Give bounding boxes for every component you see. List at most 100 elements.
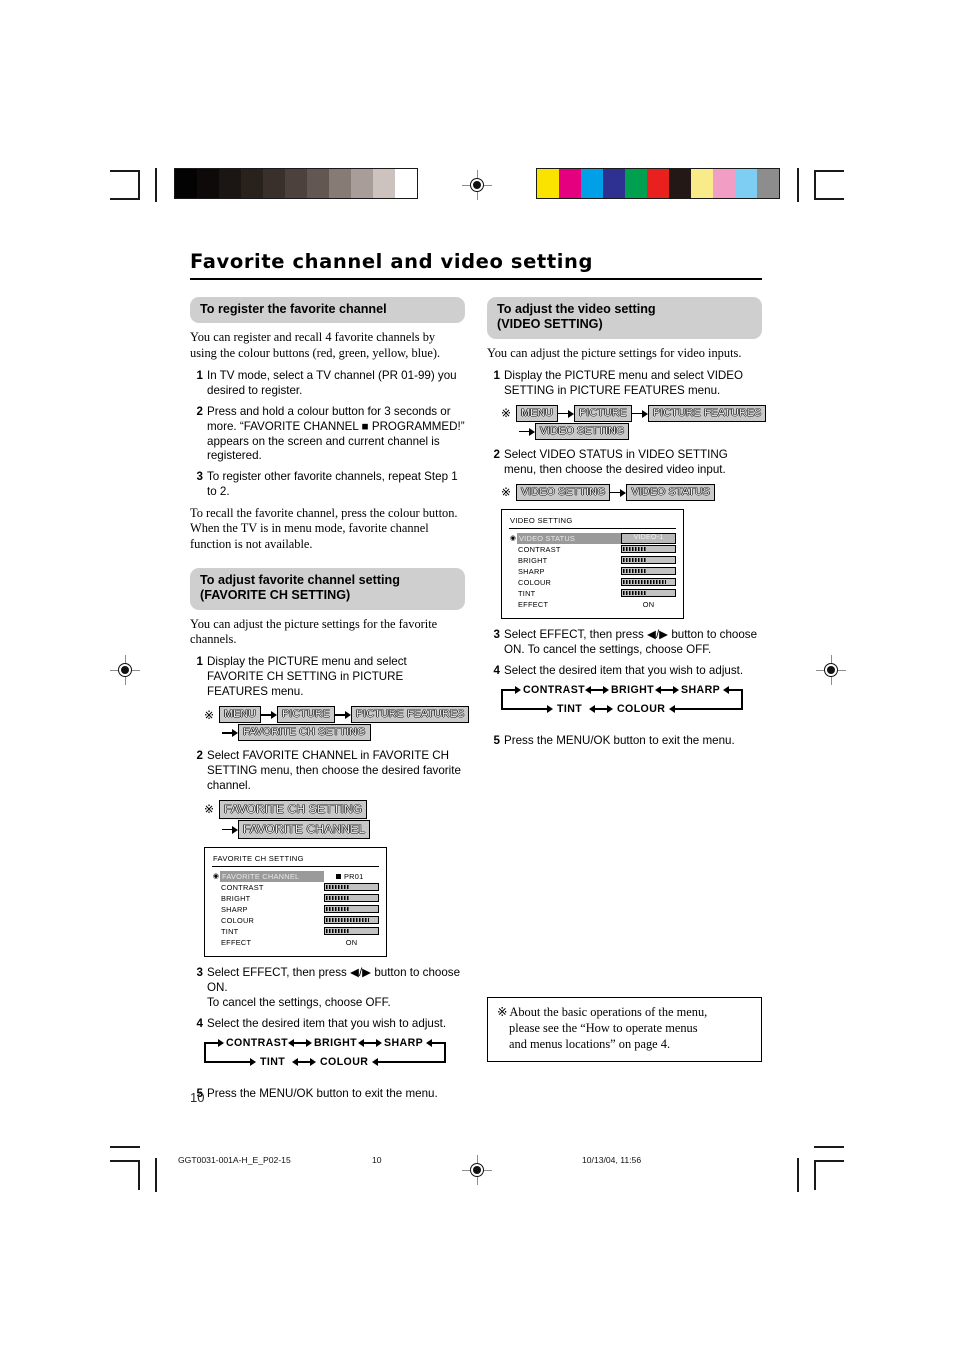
asterisk-icon: ※ bbox=[501, 406, 512, 421]
note-box-basic-operations: ※ About the basic operations of the menu,… bbox=[487, 997, 762, 1062]
right-column: To adjust the video setting (VIDEO SETTI… bbox=[487, 297, 767, 1062]
osd-divider bbox=[212, 865, 379, 867]
osd-title: FAVORITE CH SETTING bbox=[213, 853, 304, 863]
heading-line-1: To adjust favorite channel setting bbox=[200, 573, 400, 588]
step-item: 3 Select EFFECT, then press ◀/▶ button t… bbox=[487, 628, 762, 658]
page-number: 10 bbox=[190, 1090, 205, 1105]
asterisk-icon: ※ bbox=[204, 707, 215, 722]
section-heading-register-favorite: To register the favorite channel bbox=[190, 297, 465, 324]
registration-mark-top bbox=[462, 170, 492, 200]
step-text: Press and hold a colour button for 3 sec… bbox=[207, 404, 465, 463]
osd-item-value: ON bbox=[642, 599, 655, 609]
crop-mark-top-right-bar bbox=[797, 168, 799, 202]
osd-row: EFFECT ON bbox=[205, 937, 386, 948]
footer-page-number: 10 bbox=[372, 1155, 382, 1165]
note-line-2: please see the “How to operate menus bbox=[509, 1021, 698, 1036]
osd-item-label: BRIGHT bbox=[518, 555, 548, 565]
osd-item-label: TINT bbox=[518, 588, 536, 598]
step-text: To register other favorite channels, rep… bbox=[207, 470, 458, 499]
osd-item-value: PR01 bbox=[324, 872, 379, 881]
color-swatch bbox=[669, 169, 691, 198]
osd-cursor-icon: ◉ bbox=[212, 873, 220, 881]
color-swatch bbox=[559, 169, 581, 198]
grayscale-swatch bbox=[175, 169, 197, 198]
osd-gauge-sharp bbox=[621, 567, 676, 576]
flow-box-menu: MENU bbox=[516, 404, 559, 422]
register-favorite-intro: You can register and recall 4 favorite c… bbox=[190, 330, 441, 360]
step-item: 4 Select the desired item that you wish … bbox=[190, 1017, 465, 1032]
color-swatch bbox=[735, 169, 757, 198]
osd-screen-favorite-ch-setting: FAVORITE CH SETTING ◉ FAVORITE CHANNEL P… bbox=[204, 846, 387, 957]
osd-gauge-colour bbox=[621, 578, 676, 587]
step-number: 2 bbox=[493, 447, 500, 461]
color-swatch bbox=[581, 169, 603, 198]
grayscale-calibration-bar bbox=[174, 168, 418, 199]
color-swatch bbox=[647, 169, 669, 198]
step-text: Display the PICTURE menu and select VIDE… bbox=[504, 369, 744, 397]
osd-gauge-sharp bbox=[324, 905, 379, 914]
arrow-right-icon bbox=[222, 728, 238, 738]
cycle-label-contrast: CONTRAST bbox=[226, 1037, 289, 1050]
grayscale-swatch bbox=[241, 169, 263, 198]
flow-box-picture: PICTURE bbox=[574, 404, 632, 422]
video-setting-intro: You can adjust the picture settings for … bbox=[487, 345, 742, 360]
color-calibration-bar bbox=[536, 168, 780, 199]
step-text: Press the MENU/OK button to exit the men… bbox=[207, 1087, 438, 1101]
print-footer: GGT0031-001A-H_E_P02-15 10 10/13/04, 11:… bbox=[0, 1146, 954, 1186]
flow-diagram-video-status-path: ※ VIDEO SETTING VIDEO STATUS bbox=[501, 483, 762, 501]
page-content: Favorite channel and video setting To re… bbox=[190, 250, 767, 1108]
osd-item-value: ON bbox=[345, 937, 358, 947]
osd-row: SHARP bbox=[205, 904, 386, 915]
grayscale-swatch bbox=[263, 169, 285, 198]
step-text: Select the desired item that you wish to… bbox=[504, 663, 744, 677]
note-line-1: About the basic operations of the menu, bbox=[509, 1005, 708, 1020]
step-text: Select EFFECT, then press ◀/▶ button to … bbox=[504, 627, 758, 656]
step-item: 1 Display the PICTURE menu and select FA… bbox=[190, 655, 465, 700]
step-text: Select VIDEO STATUS in VIDEO SETTING men… bbox=[504, 447, 728, 476]
step-number: 3 bbox=[493, 627, 500, 641]
grayscale-swatch bbox=[373, 169, 395, 198]
osd-row: ◉ FAVORITE CHANNEL PR01 bbox=[205, 870, 386, 882]
grayscale-swatch bbox=[197, 169, 219, 198]
step-number: 2 bbox=[196, 404, 203, 418]
grayscale-swatch bbox=[219, 169, 241, 198]
crop-mark-top-left-bar bbox=[155, 168, 157, 202]
osd-value-text: PR01 bbox=[344, 871, 364, 881]
flow-diagram-video-setting-path: ※ MENU PICTURE PICTURE FEATURES VIDEO SE… bbox=[501, 404, 767, 440]
step-text: Select FAVORITE CHANNEL in FAVORITE CH S… bbox=[207, 749, 461, 792]
color-swatch bbox=[625, 169, 647, 198]
crop-mark-top-right-h bbox=[814, 170, 844, 172]
osd-gauge-bright bbox=[324, 894, 379, 903]
note-line-3: and menus locations” on page 4. bbox=[509, 1036, 671, 1051]
arrow-right-icon bbox=[519, 427, 535, 436]
osd-item-label: CONTRAST bbox=[518, 544, 561, 554]
color-swatch bbox=[691, 169, 713, 198]
color-swatch bbox=[713, 169, 735, 198]
grayscale-swatch bbox=[329, 169, 351, 198]
flow-box-picture-features: PICTURE FEATURES bbox=[350, 706, 470, 724]
flow-box-menu: MENU bbox=[219, 706, 262, 724]
osd-row: TINT bbox=[502, 588, 683, 599]
step-text: In TV mode, select a TV channel (PR 01-9… bbox=[207, 368, 457, 397]
section-heading-video-setting: To adjust the video setting (VIDEO SETTI… bbox=[487, 297, 762, 339]
crop-mark-top-right-v bbox=[814, 170, 816, 200]
osd-row: EFFECT ON bbox=[502, 599, 683, 610]
osd-row: CONTRAST bbox=[502, 544, 683, 555]
step-number: 4 bbox=[196, 1016, 203, 1030]
osd-item-label: TINT bbox=[221, 926, 239, 936]
flow-box-video-setting: VIDEO SETTING bbox=[535, 422, 630, 440]
osd-item-label: CONTRAST bbox=[221, 882, 264, 892]
osd-item-label: BRIGHT bbox=[221, 893, 251, 903]
cycle-label-colour: COLOUR bbox=[320, 1056, 369, 1069]
arrow-right-icon bbox=[261, 710, 278, 720]
step-number: 1 bbox=[196, 368, 203, 382]
step-item: 2 Select FAVORITE CHANNEL in FAVORITE CH… bbox=[190, 749, 465, 794]
flow-box-favorite-ch-setting: FAVORITE CH SETTING bbox=[238, 724, 371, 742]
osd-item-label: SHARP bbox=[518, 566, 545, 576]
osd-row: SHARP bbox=[502, 566, 683, 577]
osd-gauge-tint bbox=[621, 589, 676, 598]
step-item: 2 Press and hold a colour button for 3 s… bbox=[190, 405, 465, 465]
section-heading-favorite-ch-setting: To adjust favorite channel setting (FAVO… bbox=[190, 568, 465, 610]
flow-box-video-status: VIDEO STATUS bbox=[626, 483, 716, 501]
osd-item-label: COLOUR bbox=[518, 577, 552, 587]
